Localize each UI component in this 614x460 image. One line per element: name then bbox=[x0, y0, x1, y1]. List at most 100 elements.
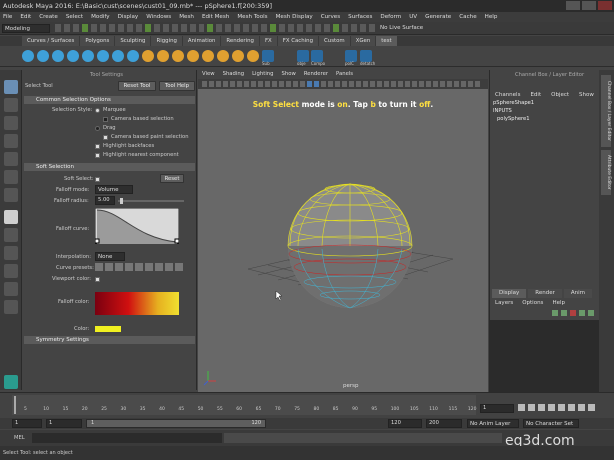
viewport-tool-icon-18[interactable] bbox=[321, 81, 326, 87]
layer-menu-options[interactable]: Options bbox=[522, 300, 543, 306]
persp-graph-icon[interactable] bbox=[4, 264, 18, 278]
viewport-tool-icon-30[interactable] bbox=[405, 81, 410, 87]
status-icon-36[interactable] bbox=[368, 24, 375, 32]
viewport-tool-icon-21[interactable] bbox=[342, 81, 347, 87]
viewport-menu-view[interactable]: View bbox=[202, 70, 215, 79]
status-icon-5[interactable] bbox=[90, 24, 97, 32]
shelf-icon-3[interactable] bbox=[52, 50, 64, 62]
shelf-tab-sculpting[interactable]: Sculpting bbox=[115, 36, 151, 46]
viewport-tool-icon-14[interactable] bbox=[293, 81, 298, 87]
interpolation-dropdown[interactable]: None bbox=[95, 252, 125, 261]
viewport-tool-icon-34[interactable] bbox=[433, 81, 438, 87]
shelf-icon-10[interactable] bbox=[157, 50, 169, 62]
menu-cache[interactable]: Cache bbox=[459, 12, 476, 22]
channel-item-shape[interactable]: pSphereShape1 bbox=[493, 100, 534, 106]
viewport-tool-icon-17[interactable] bbox=[314, 81, 319, 87]
shelf-tab-rigging[interactable]: Rigging bbox=[151, 36, 182, 46]
falloff-radius-slider[interactable] bbox=[118, 200, 184, 202]
status-icon-18[interactable] bbox=[207, 24, 214, 32]
layer-tool-icon-3[interactable] bbox=[570, 310, 576, 316]
shelf-icon-16[interactable] bbox=[247, 50, 259, 62]
status-icon-23[interactable] bbox=[252, 24, 259, 32]
status-icon-9[interactable] bbox=[126, 24, 133, 32]
viewport-tool-icon-28[interactable] bbox=[391, 81, 396, 87]
viewport-tool-icon-35[interactable] bbox=[440, 81, 445, 87]
status-icon-8[interactable] bbox=[117, 24, 124, 32]
menu-windows[interactable]: Windows bbox=[146, 12, 171, 22]
symmetry-settings-header[interactable]: Symmetry Settings bbox=[24, 336, 195, 344]
viewport-tool-icon-22[interactable] bbox=[349, 81, 354, 87]
status-icon-26[interactable] bbox=[279, 24, 286, 32]
last-tool-icon[interactable] bbox=[4, 188, 18, 202]
layer-tool-icon-5[interactable] bbox=[588, 310, 594, 316]
viewport-tool-icon-12[interactable] bbox=[279, 81, 284, 87]
layer-tab-anim[interactable]: Anim bbox=[563, 289, 593, 298]
menu-generate[interactable]: Generate bbox=[425, 12, 451, 22]
shelf-icon-14[interactable] bbox=[217, 50, 229, 62]
viewport-tool-icon-32[interactable] bbox=[419, 81, 424, 87]
viewport-tool-icon-10[interactable] bbox=[265, 81, 270, 87]
menu-mesh-display[interactable]: Mesh Display bbox=[276, 12, 313, 22]
status-icon-13[interactable] bbox=[162, 24, 169, 32]
lasso-tool-icon[interactable] bbox=[4, 98, 18, 112]
side-tab-channel-box[interactable]: Channel Box / Layer Editor bbox=[601, 75, 611, 147]
falloff-curve-graph[interactable] bbox=[95, 208, 179, 244]
soft-selection-header[interactable]: Soft Selection bbox=[24, 163, 195, 171]
playback-controls[interactable] bbox=[518, 404, 608, 413]
layer-tab-display[interactable]: Display bbox=[492, 289, 527, 298]
viewport-tool-icon-6[interactable] bbox=[237, 81, 242, 87]
range-bar[interactable]: 1 120 bbox=[86, 419, 266, 428]
anim-layer-dropdown[interactable]: No Anim Layer bbox=[467, 419, 519, 428]
scene-view[interactable]: persp bbox=[198, 89, 488, 392]
common-selection-header[interactable]: Common Selection Options bbox=[24, 96, 195, 104]
shelf-tab-fx-caching[interactable]: FX Caching bbox=[277, 36, 319, 46]
status-icon-4[interactable] bbox=[81, 24, 88, 32]
viewport-tool-icon-29[interactable] bbox=[398, 81, 403, 87]
shelf-tab-rendering[interactable]: Rendering bbox=[221, 36, 259, 46]
shelf-tab-curves-surfaces[interactable]: Curves / Surfaces bbox=[22, 36, 80, 46]
maximize-button[interactable] bbox=[582, 1, 596, 10]
menu-surfaces[interactable]: Surfaces bbox=[348, 12, 372, 22]
four-view-icon[interactable] bbox=[4, 228, 18, 242]
live-surface-field[interactable]: No Live Surface bbox=[378, 24, 430, 33]
camera-paint-checkbox[interactable] bbox=[103, 135, 108, 140]
channel-menu-channels[interactable]: Channels bbox=[495, 92, 520, 98]
viewport-tool-icon-38[interactable] bbox=[461, 81, 466, 87]
status-icon-17[interactable] bbox=[198, 24, 205, 32]
time-slider[interactable]: 5 10 15 20 25 30 35 40 45 50 55 60 65 70 75 80 85 90 95 100… bbox=[0, 392, 614, 418]
shelf-icon-4[interactable] bbox=[67, 50, 79, 62]
side-tab-attribute-editor[interactable]: Attribute Editor bbox=[601, 150, 611, 195]
status-icon-31[interactable] bbox=[324, 24, 331, 32]
poly-sphere[interactable] bbox=[287, 183, 413, 309]
channel-item-polysphere[interactable]: polySphere1 bbox=[497, 116, 530, 122]
current-frame-field[interactable]: 1 bbox=[480, 404, 514, 413]
viewport-tool-icon-25[interactable] bbox=[370, 81, 375, 87]
viewport-tool-icon-3[interactable] bbox=[216, 81, 221, 87]
status-icon-21[interactable] bbox=[234, 24, 241, 32]
viewport-tool-icon-33[interactable] bbox=[426, 81, 431, 87]
shelf-icon-8[interactable] bbox=[127, 50, 139, 62]
shelf-tab-xgen[interactable]: XGen bbox=[350, 36, 376, 46]
status-icon-33[interactable] bbox=[342, 24, 348, 32]
viewport-menu-show[interactable]: Show bbox=[282, 70, 296, 79]
viewport-tool-icon-8[interactable] bbox=[251, 81, 256, 87]
shelf-tab-animation[interactable]: Animation bbox=[182, 36, 221, 46]
menu-edit-mesh[interactable]: Edit Mesh bbox=[202, 12, 229, 22]
mel-label[interactable]: MEL bbox=[14, 435, 25, 441]
menu-uv[interactable]: UV bbox=[409, 12, 417, 22]
status-icon-29[interactable] bbox=[306, 24, 313, 32]
status-icon-12[interactable] bbox=[153, 24, 160, 32]
shelf-icon-12[interactable] bbox=[187, 50, 199, 62]
layout-icon[interactable] bbox=[4, 282, 18, 296]
menu-deform[interactable]: Deform bbox=[380, 12, 401, 22]
status-icon-16[interactable] bbox=[189, 24, 196, 32]
paint-select-icon[interactable] bbox=[4, 116, 18, 130]
status-icon-34[interactable] bbox=[350, 24, 357, 32]
viewport-tool-icon-7[interactable] bbox=[244, 81, 249, 87]
playback-end-field[interactable]: 120 bbox=[388, 419, 422, 428]
status-icon-11[interactable] bbox=[144, 24, 151, 32]
menu-modify[interactable]: Modify bbox=[91, 12, 110, 22]
single-perspective-icon[interactable] bbox=[4, 210, 18, 224]
shelf-tab-test[interactable]: test bbox=[376, 36, 397, 46]
highlight-nearest-checkbox[interactable] bbox=[95, 153, 100, 158]
